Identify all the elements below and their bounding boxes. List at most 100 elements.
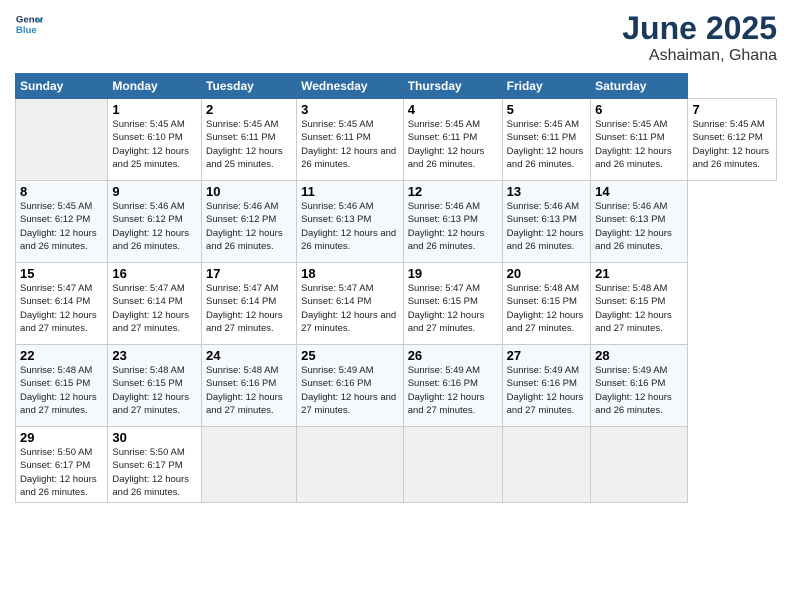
day-info: Sunrise: 5:49 AMSunset: 6:16 PMDaylight:… [507,364,586,417]
day-cell: 7Sunrise: 5:45 AMSunset: 6:12 PMDaylight… [688,99,777,181]
day-number: 29 [20,430,103,445]
week-row-3: 15Sunrise: 5:47 AMSunset: 6:14 PMDayligh… [16,263,777,345]
day-cell: 15Sunrise: 5:47 AMSunset: 6:14 PMDayligh… [16,263,108,345]
svg-text:Blue: Blue [16,25,37,36]
day-number: 15 [20,266,103,281]
day-cell [297,427,404,503]
day-info: Sunrise: 5:45 AMSunset: 6:11 PMDaylight:… [408,118,498,171]
main-title: June 2025 [622,10,777,47]
day-cell: 16Sunrise: 5:47 AMSunset: 6:14 PMDayligh… [108,263,202,345]
day-cell: 26Sunrise: 5:49 AMSunset: 6:16 PMDayligh… [403,345,502,427]
day-number: 24 [206,348,292,363]
week-row-4: 22Sunrise: 5:48 AMSunset: 6:15 PMDayligh… [16,345,777,427]
col-header-friday: Friday [502,74,590,99]
day-number: 9 [112,184,197,199]
day-number: 18 [301,266,399,281]
day-info: Sunrise: 5:47 AMSunset: 6:14 PMDaylight:… [206,282,292,335]
subtitle: Ashaiman, Ghana [622,47,777,65]
day-info: Sunrise: 5:49 AMSunset: 6:16 PMDaylight:… [301,364,399,417]
day-info: Sunrise: 5:48 AMSunset: 6:15 PMDaylight:… [20,364,103,417]
day-cell: 27Sunrise: 5:49 AMSunset: 6:16 PMDayligh… [502,345,590,427]
col-header-monday: Monday [108,74,202,99]
day-cell [591,427,688,503]
day-cell: 9Sunrise: 5:46 AMSunset: 6:12 PMDaylight… [108,181,202,263]
logo: General Blue [15,10,43,38]
day-info: Sunrise: 5:46 AMSunset: 6:12 PMDaylight:… [112,200,197,253]
day-cell: 20Sunrise: 5:48 AMSunset: 6:15 PMDayligh… [502,263,590,345]
day-cell [202,427,297,503]
day-number: 11 [301,184,399,199]
day-info: Sunrise: 5:48 AMSunset: 6:15 PMDaylight:… [595,282,683,335]
logo-icon: General Blue [15,10,43,38]
day-cell: 10Sunrise: 5:46 AMSunset: 6:12 PMDayligh… [202,181,297,263]
day-number: 8 [20,184,103,199]
day-cell: 29Sunrise: 5:50 AMSunset: 6:17 PMDayligh… [16,427,108,503]
day-number: 5 [507,102,586,117]
day-number: 14 [595,184,683,199]
day-number: 1 [112,102,197,117]
day-cell: 28Sunrise: 5:49 AMSunset: 6:16 PMDayligh… [591,345,688,427]
day-number: 10 [206,184,292,199]
day-number: 20 [507,266,586,281]
day-cell: 6Sunrise: 5:45 AMSunset: 6:11 PMDaylight… [591,99,688,181]
day-info: Sunrise: 5:46 AMSunset: 6:13 PMDaylight:… [595,200,683,253]
day-number: 23 [112,348,197,363]
day-number: 27 [507,348,586,363]
day-cell: 24Sunrise: 5:48 AMSunset: 6:16 PMDayligh… [202,345,297,427]
day-cell: 2Sunrise: 5:45 AMSunset: 6:11 PMDaylight… [202,99,297,181]
col-header-thursday: Thursday [403,74,502,99]
day-number: 13 [507,184,586,199]
header-row: SundayMondayTuesdayWednesdayThursdayFrid… [16,74,777,99]
day-info: Sunrise: 5:46 AMSunset: 6:13 PMDaylight:… [408,200,498,253]
day-number: 26 [408,348,498,363]
day-number: 28 [595,348,683,363]
day-number: 21 [595,266,683,281]
day-info: Sunrise: 5:45 AMSunset: 6:10 PMDaylight:… [112,118,197,171]
day-info: Sunrise: 5:50 AMSunset: 6:17 PMDaylight:… [20,446,103,499]
day-info: Sunrise: 5:48 AMSunset: 6:15 PMDaylight:… [112,364,197,417]
day-cell: 11Sunrise: 5:46 AMSunset: 6:13 PMDayligh… [297,181,404,263]
day-cell: 19Sunrise: 5:47 AMSunset: 6:15 PMDayligh… [403,263,502,345]
day-cell: 17Sunrise: 5:47 AMSunset: 6:14 PMDayligh… [202,263,297,345]
day-cell: 14Sunrise: 5:46 AMSunset: 6:13 PMDayligh… [591,181,688,263]
day-number: 7 [692,102,772,117]
col-header-tuesday: Tuesday [202,74,297,99]
col-header-saturday: Saturday [591,74,688,99]
day-cell: 4Sunrise: 5:45 AMSunset: 6:11 PMDaylight… [403,99,502,181]
calendar-table: SundayMondayTuesdayWednesdayThursdayFrid… [15,73,777,503]
day-number: 16 [112,266,197,281]
header: General Blue June 2025 Ashaiman, Ghana [15,10,777,65]
day-number: 17 [206,266,292,281]
day-info: Sunrise: 5:46 AMSunset: 6:13 PMDaylight:… [507,200,586,253]
week-row-2: 8Sunrise: 5:45 AMSunset: 6:12 PMDaylight… [16,181,777,263]
day-info: Sunrise: 5:46 AMSunset: 6:12 PMDaylight:… [206,200,292,253]
day-cell: 12Sunrise: 5:46 AMSunset: 6:13 PMDayligh… [403,181,502,263]
day-cell: 23Sunrise: 5:48 AMSunset: 6:15 PMDayligh… [108,345,202,427]
day-info: Sunrise: 5:47 AMSunset: 6:14 PMDaylight:… [20,282,103,335]
day-info: Sunrise: 5:45 AMSunset: 6:11 PMDaylight:… [595,118,683,171]
day-cell: 18Sunrise: 5:47 AMSunset: 6:14 PMDayligh… [297,263,404,345]
day-info: Sunrise: 5:45 AMSunset: 6:12 PMDaylight:… [20,200,103,253]
day-number: 12 [408,184,498,199]
day-number: 22 [20,348,103,363]
day-cell: 3Sunrise: 5:45 AMSunset: 6:11 PMDaylight… [297,99,404,181]
day-cell: 13Sunrise: 5:46 AMSunset: 6:13 PMDayligh… [502,181,590,263]
day-info: Sunrise: 5:47 AMSunset: 6:14 PMDaylight:… [301,282,399,335]
day-number: 3 [301,102,399,117]
day-number: 6 [595,102,683,117]
day-info: Sunrise: 5:45 AMSunset: 6:11 PMDaylight:… [507,118,586,171]
day-number: 19 [408,266,498,281]
day-info: Sunrise: 5:45 AMSunset: 6:12 PMDaylight:… [692,118,772,171]
day-info: Sunrise: 5:45 AMSunset: 6:11 PMDaylight:… [301,118,399,171]
day-info: Sunrise: 5:49 AMSunset: 6:16 PMDaylight:… [408,364,498,417]
day-cell: 5Sunrise: 5:45 AMSunset: 6:11 PMDaylight… [502,99,590,181]
day-info: Sunrise: 5:50 AMSunset: 6:17 PMDaylight:… [112,446,197,499]
day-cell [502,427,590,503]
day-number: 25 [301,348,399,363]
day-cell: 30Sunrise: 5:50 AMSunset: 6:17 PMDayligh… [108,427,202,503]
day-number: 30 [112,430,197,445]
day-cell: 1Sunrise: 5:45 AMSunset: 6:10 PMDaylight… [108,99,202,181]
col-header-wednesday: Wednesday [297,74,404,99]
day-info: Sunrise: 5:47 AMSunset: 6:14 PMDaylight:… [112,282,197,335]
col-header-sunday: Sunday [16,74,108,99]
